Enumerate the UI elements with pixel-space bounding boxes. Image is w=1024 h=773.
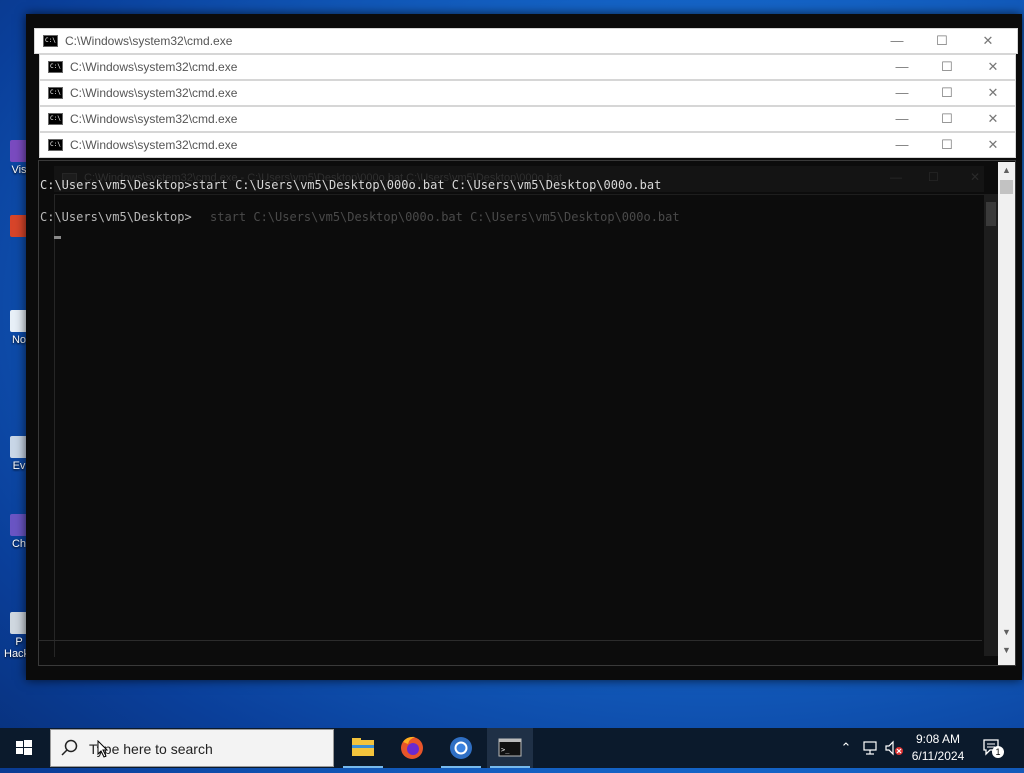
console-line: C:\Users\vm5\Desktop>start C:\Users\vm5\… bbox=[40, 178, 662, 192]
cmd-icon: >_ bbox=[498, 738, 522, 757]
scroll-down-arrow-icon[interactable]: ▼ bbox=[998, 642, 1015, 659]
window-title: C:\Windows\system32\cmd.exe bbox=[70, 60, 238, 74]
scroll-up-arrow-icon[interactable]: ▲ bbox=[998, 162, 1015, 179]
maximize-button[interactable]: ☐ bbox=[937, 58, 957, 76]
cmd-window-titlebar-5[interactable]: C:\ C:\Windows\system32\cmd.exe — ☐ ✕ bbox=[39, 132, 1016, 158]
close-button[interactable]: ✕ bbox=[983, 110, 1003, 128]
firefox-icon bbox=[401, 736, 423, 759]
window-title: C:\Windows\system32\cmd.exe bbox=[65, 34, 233, 48]
scroll-down-arrow-icon[interactable]: ▼ bbox=[998, 624, 1015, 641]
minimize-button[interactable]: — bbox=[887, 32, 907, 50]
search-box[interactable]: Type here to search bbox=[50, 729, 334, 767]
maximize-button[interactable]: ☐ bbox=[937, 136, 957, 154]
window-title: C:\Windows\system32\cmd.exe bbox=[70, 138, 238, 152]
taskbar-cmd[interactable]: >_ bbox=[487, 728, 533, 768]
minimize-button[interactable]: — bbox=[892, 84, 912, 102]
close-button[interactable]: ✕ bbox=[983, 84, 1003, 102]
cmd-icon: C:\ bbox=[48, 139, 63, 151]
maximize-button[interactable]: ☐ bbox=[937, 110, 957, 128]
chrome-icon bbox=[450, 737, 472, 759]
cmd-window-titlebar-2[interactable]: C:\ C:\Windows\system32\cmd.exe — ☐ ✕ bbox=[39, 54, 1016, 80]
cmd-icon: C:\ bbox=[43, 35, 58, 47]
minimize-button[interactable]: — bbox=[892, 110, 912, 128]
cmd-window-titlebar-3[interactable]: C:\ C:\Windows\system32\cmd.exe — ☐ ✕ bbox=[39, 80, 1016, 106]
clock-time[interactable]: 9:08 AM bbox=[898, 732, 978, 746]
notification-center-button[interactable]: 1 bbox=[982, 738, 1004, 758]
svg-text:>_: >_ bbox=[501, 746, 510, 754]
close-button[interactable]: ✕ bbox=[983, 136, 1003, 154]
window-title: C:\Windows\system32\cmd.exe bbox=[70, 86, 238, 100]
cmd-window-titlebar-1[interactable]: C:\ C:\Windows\system32\cmd.exe — ☐ ✕ bbox=[34, 28, 1018, 54]
minimize-button[interactable]: — bbox=[892, 136, 912, 154]
cmd-icon: C:\ bbox=[48, 87, 63, 99]
close-button[interactable]: ✕ bbox=[983, 58, 1003, 76]
minimize-button[interactable]: — bbox=[892, 58, 912, 76]
windows-logo-icon bbox=[16, 740, 32, 755]
ghost-maximize-button: ☐ bbox=[928, 170, 939, 184]
ghost-window-bottom-edge bbox=[38, 640, 982, 641]
network-icon[interactable] bbox=[862, 740, 880, 756]
ghost-window-frame bbox=[54, 194, 985, 657]
vertical-scrollbar[interactable]: ▲ ▼ ▼ bbox=[998, 162, 1015, 665]
ghost-close-button: ✕ bbox=[970, 170, 981, 184]
window-title: C:\Windows\system32\cmd.exe bbox=[70, 112, 238, 126]
start-button[interactable] bbox=[0, 728, 48, 768]
notification-badge: 1 bbox=[992, 746, 1004, 758]
taskbar-firefox[interactable] bbox=[389, 728, 435, 768]
clock-date[interactable]: 6/11/2024 bbox=[898, 749, 978, 763]
maximize-button[interactable]: ☐ bbox=[932, 32, 952, 50]
maximize-button[interactable]: ☐ bbox=[937, 84, 957, 102]
taskbar: Type here to search >_ ⌃ 9:08 AM 6/11/20… bbox=[0, 728, 1024, 768]
ghost-scrollbar bbox=[984, 194, 998, 656]
console-ghost-text: start C:\Users\vm5\Desktop\000o.bat C:\U… bbox=[210, 210, 680, 224]
text-cursor bbox=[54, 236, 61, 239]
taskbar-file-explorer[interactable] bbox=[340, 728, 386, 768]
file-explorer-icon bbox=[352, 738, 374, 756]
mouse-cursor-icon bbox=[97, 740, 109, 758]
taskbar-chrome[interactable] bbox=[438, 728, 484, 768]
cmd-window-titlebar-4[interactable]: C:\ C:\Windows\system32\cmd.exe — ☐ ✕ bbox=[39, 106, 1016, 132]
cmd-icon: C:\ bbox=[48, 113, 63, 125]
console-prompt: C:\Users\vm5\Desktop> bbox=[40, 210, 192, 224]
close-button[interactable]: ✕ bbox=[978, 32, 998, 50]
chevron-up-icon[interactable]: ⌃ bbox=[838, 739, 854, 757]
cmd-icon: C:\ bbox=[48, 61, 63, 73]
ghost-minimize-button: — bbox=[890, 170, 902, 184]
search-icon bbox=[61, 739, 78, 756]
scroll-thumb[interactable] bbox=[1000, 180, 1013, 194]
